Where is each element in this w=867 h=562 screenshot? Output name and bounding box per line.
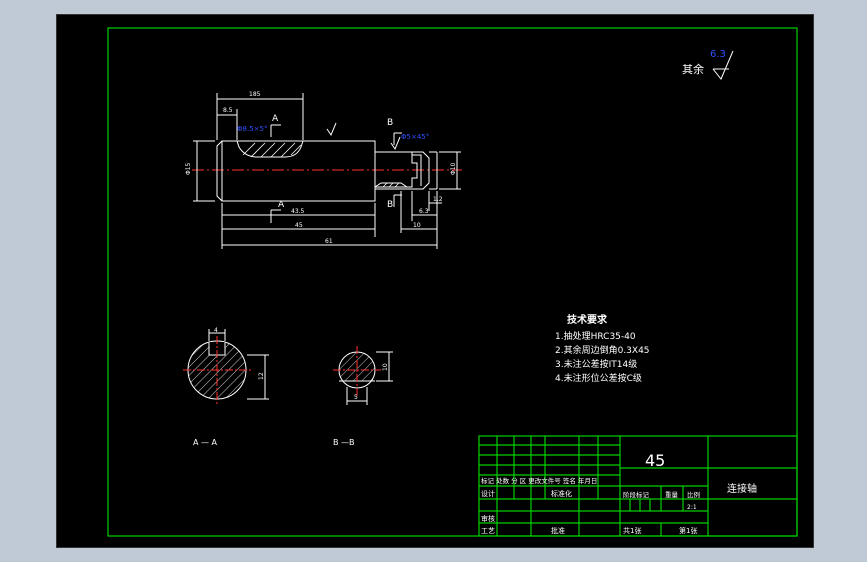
review-label: 审核 <box>481 514 495 523</box>
dimension-bottom: 43.5 45 61 10 6.3 1.2 <box>221 191 443 249</box>
section-mark-a: A A <box>270 114 285 223</box>
process-label: 工艺 <box>481 527 495 535</box>
chamfer-b-note: Φ5×45° <box>401 133 429 141</box>
technical-requirements: 技术要求 1.抽处理HRC35-40 2.其余周边倒角0.3X45 3.未注公差… <box>555 313 650 384</box>
section-mark-b: B B <box>387 118 402 210</box>
design-label: 设计 <box>481 489 495 498</box>
dim-45: 45 <box>295 222 303 229</box>
dim-1-2: 1.2 <box>433 196 443 203</box>
svg-text:B: B <box>387 118 393 128</box>
tech-item-1: 1.抽处理HRC35-40 <box>555 330 636 342</box>
revision-headers: 标记 处数 分 区 更改文件号 签名 年月日 <box>481 476 597 485</box>
dim-43-5: 43.5 <box>291 208 305 215</box>
svg-text:12: 12 <box>258 372 265 380</box>
tech-title: 技术要求 <box>567 313 608 326</box>
svg-text:B: B <box>387 200 393 210</box>
cad-viewport[interactable]: 其余 6.3 A A B B 185 8.5 Φ8.5×5° Φ5×45° Φ1… <box>56 14 814 548</box>
dim-185: 185 <box>249 91 261 98</box>
svg-text:A: A <box>278 200 285 210</box>
svg-text:A: A <box>272 114 279 124</box>
svg-text:5: 5 <box>354 394 358 401</box>
dim-61: 61 <box>325 238 333 245</box>
approve-label: 批准 <box>551 526 565 535</box>
dim-left-dia: Φ15 <box>185 162 192 175</box>
roughness-value: 6.3 <box>710 49 726 60</box>
engineering-drawing: 其余 6.3 A A B B 185 8.5 Φ8.5×5° Φ5×45° Φ1… <box>107 27 798 537</box>
roughness-prefix: 其余 <box>682 62 704 76</box>
roughness-note: 其余 6.3 <box>682 49 734 80</box>
tech-item-3: 3.未注公差按IT14级 <box>555 358 637 370</box>
material-label: 45 <box>645 451 665 470</box>
section-b-b: 5 10 B —B <box>333 346 393 447</box>
total-sheets: 共1张 <box>623 526 641 535</box>
svg-text:4: 4 <box>214 327 218 334</box>
dim-6-3: 6.3 <box>419 208 429 215</box>
svg-text:10: 10 <box>382 363 389 371</box>
scale-label: 比例 <box>687 490 700 499</box>
dim-8-5: 8.5 <box>223 107 233 114</box>
sheet-number: 第1张 <box>679 526 697 535</box>
tech-item-4: 4.未注形位公差按C级 <box>555 372 642 384</box>
stage-mark-label: 阶段标记 <box>623 490 650 499</box>
dimension-left: Φ15 <box>185 140 215 202</box>
chamfer-a-note: Φ8.5×5° <box>237 125 267 133</box>
dim-right-dia: Φ10 <box>450 162 457 175</box>
weight-label: 重量 <box>665 491 679 499</box>
title-block: 45 连接轴 标记 处数 分 区 更改文件号 签名 年月日 设计 标准化 阶段标… <box>478 435 798 537</box>
scale-value: 2:1 <box>687 504 697 511</box>
dim-10: 10 <box>413 222 421 229</box>
tech-item-2: 2.其余周边倒角0.3X45 <box>555 344 650 356</box>
section-b-label: B —B <box>333 438 355 447</box>
standardize-label: 标准化 <box>551 489 572 498</box>
section-a-a: 4 12 A — A <box>183 327 269 447</box>
drawing-frame <box>107 27 798 537</box>
section-a-label: A — A <box>193 438 218 447</box>
shaft-main-view <box>192 140 462 202</box>
part-name: 连接轴 <box>727 482 757 495</box>
